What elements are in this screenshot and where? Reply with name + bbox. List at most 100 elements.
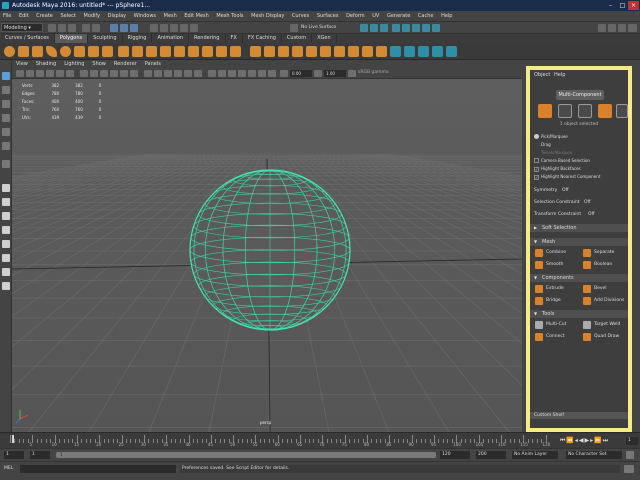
render-setup-icon[interactable] [412,24,420,32]
uv-spherical-icon[interactable] [432,46,443,57]
shadows-icon[interactable] [194,70,202,77]
open-scene-icon[interactable] [58,24,66,32]
uv-editor-layout-icon[interactable] [2,282,10,290]
menu-uv[interactable]: UV [369,11,382,22]
snap-point-icon[interactable] [170,24,178,32]
highlight-backfaces-option[interactable]: ✓ Highlight Backfaces [534,166,581,172]
extrude-tool[interactable]: Extrude [534,284,564,294]
camera-based-selection-checkbox[interactable] [534,158,539,163]
poly-cylinder-icon[interactable] [32,46,43,57]
auto-key-icon[interactable] [626,451,634,459]
single-perspective-layout-icon[interactable] [2,184,10,192]
camera-attributes-icon[interactable] [26,70,34,77]
select-camera-icon[interactable] [16,70,24,77]
smooth-shade-icon[interactable] [154,70,162,77]
script-editor-icon[interactable] [624,465,634,473]
field-chart-icon[interactable] [120,70,128,77]
menu-deform[interactable]: Deform [343,11,368,22]
two-d-pan-zoom-icon[interactable] [56,70,64,77]
drag-radio[interactable] [534,142,539,147]
menu-curves[interactable]: Curves [289,11,312,22]
bevel-shelf-icon[interactable] [376,46,387,57]
uv-planar-icon[interactable] [390,46,401,57]
components-section-header[interactable]: ▼ Components [530,274,628,282]
resolution-gate-icon[interactable] [100,70,108,77]
snap-grid-icon[interactable] [150,24,158,32]
tweak-marquee-option[interactable]: Tweak/Marquee [534,150,572,156]
multi-component-button[interactable]: Multi-Component [556,90,604,100]
object-mode-icon[interactable] [538,104,552,118]
poly-type-icon[interactable] [216,46,227,57]
color-space-label[interactable]: sRGB gamma [358,70,389,75]
xray-icon[interactable] [208,70,216,77]
menu-create[interactable]: Create [33,11,56,22]
wireframe-icon[interactable] [144,70,152,77]
last-tool-icon[interactable] [2,160,10,168]
select-component-icon[interactable] [130,24,138,32]
tools-section-header[interactable]: ▼ Tools [530,310,628,318]
vp-menu-renderer[interactable]: Renderer [110,60,141,68]
gate-mask-icon[interactable] [110,70,118,77]
poly-torus-icon[interactable] [60,46,71,57]
motion-blur-icon[interactable] [248,70,256,77]
close-icon[interactable]: × [628,1,639,10]
poly-helix-icon[interactable] [146,46,157,57]
redo-icon[interactable] [92,24,100,32]
persp-outliner-layout-icon[interactable] [2,212,10,220]
perspective-viewport[interactable]: Verts: 382 382 0 Edges: 780 780 0 Faces: 400 400… [12,79,522,432]
safe-action-icon[interactable] [130,70,138,77]
bridge-tool[interactable]: Bridge [534,296,561,306]
mesh-section-header[interactable]: ▼ Mesh [530,238,628,246]
poly-platonic-icon[interactable] [102,46,113,57]
uv-mode-icon[interactable] [616,104,628,118]
vp-menu-show[interactable]: Show [88,60,110,68]
playback-end-field[interactable]: 120 [440,451,470,459]
channel-box-toggle-icon[interactable] [618,24,626,32]
save-scene-icon[interactable] [68,24,76,32]
menu-edit-mesh[interactable]: Edit Mesh [181,11,211,22]
lasso-tool-icon[interactable] [2,86,10,94]
transform-constraint-dropdown[interactable]: Off [588,212,595,217]
menu-modify[interactable]: Modify [81,11,104,22]
ipr-render-icon[interactable] [370,24,378,32]
render-view-icon[interactable] [402,24,410,32]
snap-view-plane-icon[interactable] [180,24,188,32]
camera-based-selection-option[interactable]: Camera Based Selection [534,158,590,164]
current-time-marker[interactable] [12,435,14,443]
persp-graph-layout-icon[interactable] [2,226,10,234]
poly-cone-icon[interactable] [46,46,57,57]
four-view-layout-icon[interactable] [2,198,10,206]
tab-curves-surfaces[interactable]: Curves / Surfaces [0,34,55,43]
uv-cylindrical-icon[interactable] [418,46,429,57]
menu-mesh[interactable]: Mesh [161,11,180,22]
soft-selection-header[interactable]: ▶ Soft Selection [530,224,628,232]
face-mode-icon[interactable] [598,104,612,118]
move-tool-icon[interactable] [2,114,10,122]
menu-edit[interactable]: Edit [16,11,32,22]
tab-rigging[interactable]: Rigging [123,34,153,43]
command-input[interactable] [20,465,176,473]
multi-cut-tool[interactable]: Multi-Cut [534,320,566,330]
outliner-layout-icon[interactable] [2,254,10,262]
bevel-tool[interactable]: Bevel [582,284,607,294]
playback-start-field[interactable]: 1 [30,451,50,459]
outliner-toggle-icon[interactable] [628,24,637,32]
go-to-end-icon[interactable]: ⏭ [603,437,609,444]
poly-disc-icon[interactable] [88,46,99,57]
vp-menu-panels[interactable]: Panels [141,60,165,68]
step-back-key-icon[interactable]: ⏪ [566,437,574,444]
vertex-mode-icon[interactable] [558,104,572,118]
select-tool-icon[interactable] [2,72,10,80]
hypershade-icon[interactable] [392,24,400,32]
anim-layer-dropdown[interactable]: No Anim Layer [512,451,558,459]
grid-toggle-icon[interactable] [80,70,88,77]
tweak-marquee-radio[interactable] [534,150,539,155]
grease-pencil-icon[interactable] [66,70,74,77]
menu-mesh-tools[interactable]: Mesh Tools [213,11,246,22]
separate-shelf-icon[interactable] [264,46,275,57]
select-object-icon[interactable] [120,24,128,32]
mtk-menu-help[interactable]: Help [554,72,565,78]
menu-generate[interactable]: Generate [384,11,413,22]
menu-set-dropdown[interactable]: Modeling ▾ [1,23,43,32]
snap-curve-icon[interactable] [160,24,168,32]
